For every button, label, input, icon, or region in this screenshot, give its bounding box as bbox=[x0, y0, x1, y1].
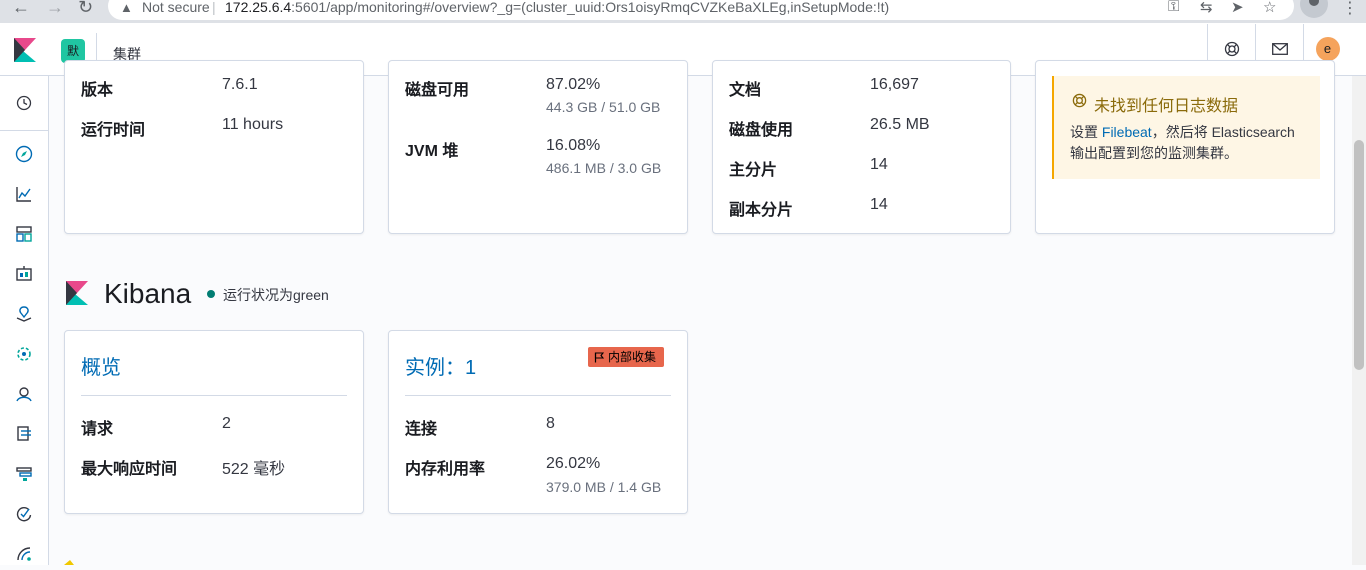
reload-icon[interactable]: ↻ bbox=[78, 0, 93, 18]
mail-icon bbox=[1271, 43, 1288, 55]
disk-usage-value: 26.5 MB bbox=[870, 116, 930, 133]
kibana-logo-icon bbox=[66, 281, 88, 305]
key-icon[interactable]: ⚿ bbox=[1168, 0, 1179, 15]
discover-compass-icon[interactable] bbox=[14, 144, 34, 164]
disk-available-label: 磁盘可用 bbox=[405, 82, 470, 99]
disk-available-value: 87.02% bbox=[546, 76, 601, 93]
memory-usage-value: 26.02% bbox=[546, 455, 601, 472]
url-host: 172.25.6.4 bbox=[225, 0, 292, 15]
uptime-label: 运行时间 bbox=[81, 122, 146, 139]
url-text[interactable]: 172.25.6.4:5601/app/monitoring#/overview… bbox=[225, 0, 889, 15]
forward-arrow-icon[interactable]: → bbox=[46, 0, 64, 18]
side-nav bbox=[0, 76, 49, 565]
documents-label: 文档 bbox=[729, 82, 762, 99]
browser-toolbar: ← → ↻ ▲ Not secure | 172.25.6.4:5601/app… bbox=[0, 0, 1366, 23]
instances-link[interactable]: 实例：1 bbox=[405, 351, 476, 380]
help-lifebuoy-icon bbox=[1072, 93, 1087, 108]
documents-value: 16,697 bbox=[870, 76, 919, 93]
health-status-text: 运行状况为green bbox=[223, 287, 329, 303]
send-icon[interactable]: ➤ bbox=[1231, 0, 1244, 16]
uptime-icon[interactable] bbox=[14, 504, 34, 524]
max-response-time-label: 最大响应时间 bbox=[81, 461, 178, 478]
siem-icon[interactable] bbox=[14, 544, 34, 564]
replica-shards-value: 14 bbox=[870, 196, 888, 213]
back-arrow-icon[interactable]: ← bbox=[12, 0, 30, 18]
callout-body: 设置 Filebeat，然后将 Elasticsearch 输出配置到您的监测集… bbox=[1070, 122, 1310, 164]
disk-available-detail: 44.3 GB / 51.0 GB bbox=[546, 99, 661, 115]
kibana-overview-panel: 概览 请求 2 最大响应时间 522 毫秒 bbox=[64, 330, 364, 514]
primary-shards-label: 主分片 bbox=[729, 162, 778, 179]
recently-viewed-button[interactable] bbox=[0, 76, 48, 131]
panel-divider bbox=[81, 395, 347, 396]
jvm-heap-label: JVM 堆 bbox=[405, 143, 459, 160]
panel-divider bbox=[405, 395, 671, 396]
clock-icon bbox=[16, 95, 32, 111]
bookmark-star-icon[interactable]: ☆ bbox=[1263, 0, 1276, 16]
es-nodes-panel: 版本 7.6.1 运行时间 11 hours bbox=[64, 60, 364, 234]
primary-shards-value: 14 bbox=[870, 156, 888, 173]
apm-icon[interactable] bbox=[14, 464, 34, 484]
address-separator: | bbox=[212, 0, 216, 15]
dashboard-icon[interactable] bbox=[14, 224, 34, 244]
es-resources-panel: 磁盘可用 87.02% 44.3 GB / 51.0 GB JVM 堆 16.0… bbox=[388, 60, 688, 234]
canvas-icon[interactable] bbox=[14, 264, 34, 284]
maps-icon[interactable] bbox=[14, 304, 34, 324]
disk-usage-label: 磁盘使用 bbox=[729, 122, 794, 139]
next-section-logo-icon bbox=[64, 560, 74, 565]
browser-menu-icon[interactable]: ⋮ bbox=[1342, 0, 1358, 18]
internal-collection-badge[interactable]: 内部收集 bbox=[588, 347, 665, 367]
security-label[interactable]: Not secure bbox=[142, 0, 210, 15]
warning-icon[interactable]: ▲ bbox=[120, 0, 133, 15]
callout-title: 未找到任何日志数据 bbox=[1094, 98, 1239, 115]
logs-icon[interactable] bbox=[14, 424, 34, 444]
es-indices-panel: 文档 16,697 磁盘使用 26.5 MB 主分片 14 副本分片 14 bbox=[712, 60, 1011, 234]
translate-icon[interactable]: ⇆ bbox=[1200, 0, 1213, 16]
memory-usage-detail: 379.0 MB / 1.4 GB bbox=[546, 479, 662, 495]
overview-link[interactable]: 概览 bbox=[81, 351, 121, 380]
flag-icon bbox=[594, 351, 604, 362]
jvm-heap-detail: 486.1 MB / 3.0 GB bbox=[546, 160, 662, 176]
memory-usage-label: 内存利用率 bbox=[405, 461, 486, 478]
uptime-value: 11 hours bbox=[222, 116, 284, 133]
badge-label: 内部收集 bbox=[608, 350, 657, 364]
address-bar[interactable]: ▲ Not secure | 172.25.6.4:5601/app/monit… bbox=[108, 0, 1294, 20]
infrastructure-icon[interactable] bbox=[14, 384, 34, 404]
scrollbar-thumb[interactable] bbox=[1354, 140, 1364, 370]
kibana-logo-icon[interactable] bbox=[14, 38, 36, 62]
help-lifebuoy-icon bbox=[1224, 41, 1239, 57]
url-path: :5601/app/monitoring#/overview?_g=(clust… bbox=[291, 0, 890, 15]
callout-body-prefix: 设置 bbox=[1070, 124, 1102, 140]
connections-label: 连接 bbox=[405, 421, 438, 438]
ml-icon[interactable] bbox=[14, 344, 34, 364]
version-value: 7.6.1 bbox=[222, 76, 258, 93]
health-status-dot bbox=[207, 290, 215, 298]
max-response-time-value: 522 毫秒 bbox=[222, 461, 286, 478]
replica-shards-label: 副本分片 bbox=[729, 202, 794, 219]
requests-label: 请求 bbox=[81, 421, 114, 438]
requests-value: 2 bbox=[222, 415, 231, 432]
browser-profile-icon[interactable] bbox=[1300, 0, 1328, 18]
connections-value: 8 bbox=[546, 415, 555, 432]
jvm-heap-value: 16.08% bbox=[546, 137, 601, 154]
visualize-icon[interactable] bbox=[14, 184, 34, 204]
kibana-section-title: Kibana bbox=[104, 278, 192, 309]
version-label: 版本 bbox=[81, 82, 114, 99]
user-avatar: e bbox=[1315, 37, 1340, 61]
no-logs-callout: 未找到任何日志数据 设置 Filebeat，然后将 Elasticsearch … bbox=[1052, 76, 1320, 179]
filebeat-link[interactable]: Filebeat bbox=[1102, 124, 1152, 140]
